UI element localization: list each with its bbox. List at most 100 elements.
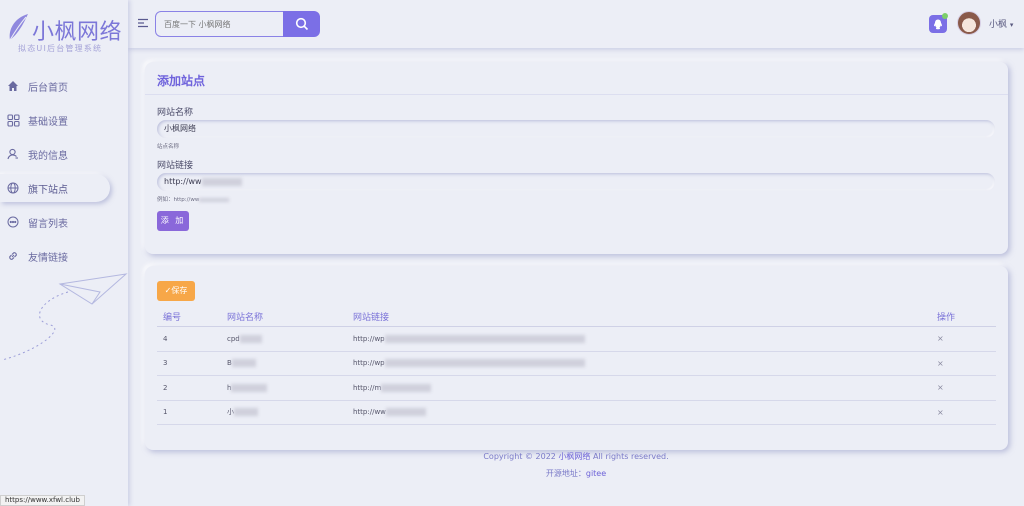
sidebar-item-label: 旗下站点 [28, 184, 68, 196]
link-icon [6, 249, 20, 263]
sidebar-item-sites[interactable]: 旗下站点 [0, 174, 110, 202]
save-button[interactable]: ✓保存 [157, 281, 195, 301]
site-list-card: ✓保存 编号 网站名称 网站链接 操作 4 cpd http://wp × 3 … [145, 266, 1008, 450]
row-name[interactable]: cpd [227, 327, 262, 351]
top-header: 小枫 ▾ [128, 0, 1024, 48]
column-header-actions: 操作 [937, 312, 956, 323]
redacted-text [381, 383, 432, 392]
column-header-name: 网站名称 [227, 312, 264, 323]
logo-subtitle: 拟态UI后台管理系统 [18, 44, 103, 53]
sidebar-item-messages[interactable]: 留言列表 [0, 208, 110, 236]
sidebar-item-links[interactable]: 友情链接 [0, 242, 110, 270]
row-url[interactable]: http://wp [353, 352, 585, 376]
sidebar-item-profile[interactable]: 我的信息 [0, 140, 110, 168]
card-title: 添加站点 [157, 74, 206, 88]
divider [145, 94, 1008, 95]
redacted-text [384, 334, 585, 343]
column-header-id: 编号 [163, 312, 182, 323]
row-url[interactable]: http://wp [353, 327, 585, 351]
row-url-text: http://m [353, 383, 382, 392]
row-url-text: http://wp [353, 334, 385, 343]
site-url-help: 例如：http://ww [157, 195, 230, 203]
paper-plane-icon [1, 273, 128, 361]
table-row: 2 h http://m × [157, 376, 996, 401]
sidebar-item-home[interactable]: 后台首页 [0, 72, 110, 100]
row-url[interactable]: http://ww [353, 401, 426, 425]
globe-icon [6, 181, 20, 195]
row-url-text: http://ww [353, 408, 386, 417]
search-button[interactable] [283, 11, 320, 37]
site-url-value: http://ww [164, 177, 202, 186]
table-row: 1 小 http://ww × [157, 401, 996, 425]
user-menu[interactable]: 小枫 ▾ [989, 17, 1013, 30]
copyright-suffix: All rights reserved. [592, 452, 669, 461]
table-row: 3 B http://wp × [157, 352, 996, 376]
row-name[interactable]: 小 [227, 401, 258, 425]
grid-icon [6, 113, 20, 127]
row-name-text: cpd [227, 334, 240, 343]
sidebar-nav: 后台首页 基础设置 我的信息 旗下站点 留言列表 友情链接 [0, 72, 128, 276]
redacted-text [385, 408, 426, 417]
row-url-text: http://wp [353, 359, 385, 368]
logo[interactable]: 小枫网络 拟态UI后台管理系统 [6, 10, 124, 58]
user-name: 小枫 [989, 20, 1008, 30]
source-line: 开源地址：gitee [128, 468, 1024, 479]
table-header-row: 编号 网站名称 网站链接 操作 [157, 306, 996, 327]
sidebar-item-label: 后台首页 [28, 82, 68, 94]
row-id: 1 [163, 408, 168, 417]
source-link[interactable]: gitee [586, 469, 606, 478]
redacted-text [201, 177, 242, 186]
redacted-text [231, 383, 268, 392]
column-header-url: 网站链接 [353, 312, 390, 323]
site-name-field[interactable]: 小枫网络 [157, 120, 995, 138]
site-url-field[interactable]: http://ww [157, 173, 995, 191]
logo-title: 小枫网络 [32, 20, 123, 45]
site-url-help-text: 例如：http://ww [157, 197, 200, 203]
home-icon [6, 79, 20, 93]
row-id: 4 [163, 334, 168, 343]
row-id: 2 [163, 383, 168, 392]
site-table: 编号 网站名称 网站链接 操作 4 cpd http://wp × 3 B ht… [157, 306, 996, 425]
site-name-help: 站点名称 [157, 144, 180, 150]
row-url[interactable]: http://m [353, 376, 432, 400]
sidebar-item-label: 基础设置 [28, 116, 68, 128]
copyright-prefix: Copyright © 2022 [483, 452, 556, 461]
delete-button[interactable]: × [937, 376, 944, 400]
copyright-line: Copyright © 2022 小枫网络 All rights reserve… [128, 451, 1024, 462]
add-site-card: 添加站点 网站名称 小枫网络 站点名称 网站链接 http://ww 例如：ht… [145, 62, 1008, 254]
chevron-down-icon: ▾ [1009, 21, 1014, 29]
sidebar-item-label: 友情链接 [28, 252, 68, 264]
row-name[interactable]: B [227, 352, 256, 376]
redacted-text [231, 359, 256, 368]
search-icon [295, 17, 308, 31]
copyright-brand-link[interactable]: 小枫网络 [558, 452, 590, 461]
redacted-text [239, 334, 262, 343]
delete-button[interactable]: × [937, 352, 944, 376]
online-status-dot [942, 13, 948, 19]
source-label: 开源地址： [545, 469, 586, 478]
site-url-label: 网站链接 [157, 161, 194, 171]
redacted-text [384, 359, 585, 368]
qq-icon [934, 19, 942, 29]
sidebar-item-settings[interactable]: 基础设置 [0, 106, 110, 134]
menu-toggle-icon[interactable] [137, 17, 149, 29]
row-id: 3 [163, 359, 168, 368]
search-input[interactable] [155, 11, 285, 37]
sidebar-item-label: 留言列表 [28, 218, 68, 230]
message-icon [6, 215, 20, 229]
table-row: 4 cpd http://wp × [157, 327, 996, 352]
user-icon [6, 147, 20, 161]
status-bar-url: https://www.xfwl.club [0, 495, 85, 506]
delete-button[interactable]: × [937, 327, 944, 351]
row-name-text: 小 [227, 408, 234, 417]
row-name[interactable]: h [227, 376, 268, 400]
site-name-value: 小枫网络 [164, 124, 196, 133]
site-name-label: 网站名称 [157, 108, 194, 118]
leaf-logo-icon [9, 14, 28, 41]
redacted-text [234, 408, 258, 417]
sidebar: 小枫网络 拟态UI后台管理系统 后台首页 基础设置 我的信息 旗下站点 留言列表… [0, 0, 128, 506]
sidebar-item-label: 我的信息 [28, 150, 68, 162]
avatar[interactable] [957, 11, 981, 35]
add-button[interactable]: 添 加 [157, 211, 189, 231]
delete-button[interactable]: × [937, 401, 944, 425]
